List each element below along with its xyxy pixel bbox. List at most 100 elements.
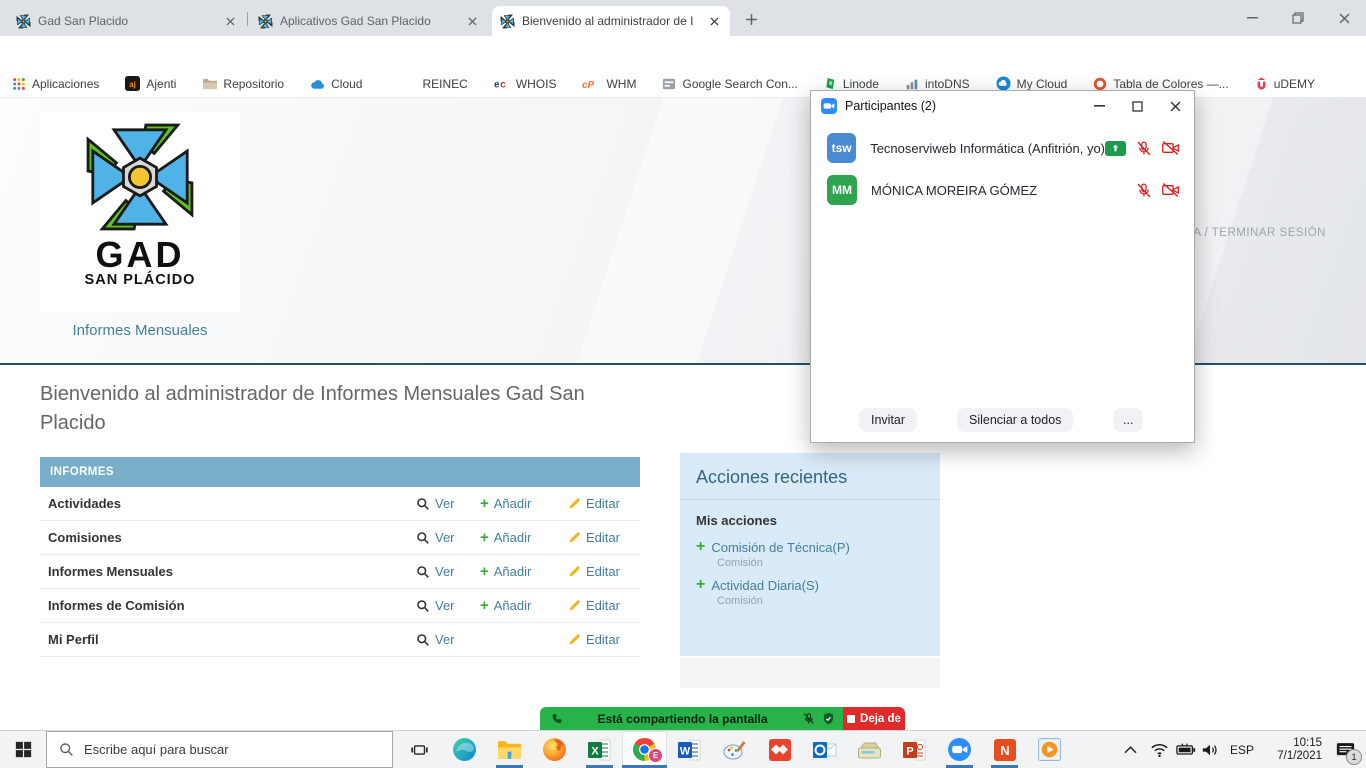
anadir-link[interactable]: +Añadir bbox=[480, 598, 568, 613]
color-ring-icon bbox=[1093, 77, 1107, 91]
recent-action-item: + Comisión de Técnica(P) Comisión bbox=[680, 531, 940, 569]
tab-close-icon[interactable] bbox=[464, 13, 480, 29]
gad-favicon-icon bbox=[258, 14, 273, 29]
anadir-link[interactable]: +Añadir bbox=[480, 564, 568, 579]
taskbar-paint-icon[interactable] bbox=[712, 731, 757, 768]
ver-link[interactable]: Ver bbox=[416, 530, 480, 545]
bookmark-linode[interactable]: Linode bbox=[824, 77, 879, 91]
bookmark-cloud[interactable]: Cloud bbox=[310, 77, 362, 91]
tab-aplicativos[interactable]: Aplicativos Gad San Placido bbox=[250, 6, 488, 36]
table-row-actividades: Actividades Ver +Añadir Editar bbox=[40, 487, 640, 521]
taskbar-firefox-icon[interactable] bbox=[532, 731, 577, 768]
taskbar-media-player-icon[interactable] bbox=[1027, 731, 1072, 768]
screen: Gad San Placido Aplicativos Gad San Plac… bbox=[0, 0, 1366, 768]
ver-link[interactable]: Ver bbox=[416, 632, 480, 647]
user-tools-links[interactable]: ÑA / TERMINAR SESIÓN bbox=[1185, 227, 1326, 239]
recent-action-link[interactable]: Actividad Diaria(S) bbox=[711, 578, 819, 593]
bookmark-tabla-de-colores[interactable]: Tabla de Colores —... bbox=[1093, 77, 1228, 91]
zoom-participants-window[interactable]: Participantes (2) tsw Tecnoserviweb Info… bbox=[810, 90, 1195, 443]
site-logo[interactable]: GAD SAN PLÁCIDO bbox=[40, 112, 240, 312]
tray-clock[interactable]: 10:157/1/2021 bbox=[1260, 731, 1322, 768]
bookmark-intodns[interactable]: intoDNS bbox=[905, 77, 970, 91]
taskbar-red-diamond-app-icon[interactable] bbox=[757, 731, 802, 768]
taskbar-edge-icon[interactable] bbox=[442, 731, 487, 768]
plus-icon: + bbox=[480, 496, 489, 511]
zoom-maximize-button[interactable] bbox=[1118, 91, 1156, 121]
tab-close-icon[interactable] bbox=[222, 13, 238, 29]
recent-actions-panel: Acciones recientes Mis acciones + Comisi… bbox=[680, 453, 940, 656]
bookmark-ajenti[interactable]: aj Ajenti bbox=[125, 76, 176, 91]
taskbar-file-explorer-icon[interactable] bbox=[487, 731, 532, 768]
participant-row-guest[interactable]: MM MÓNICA MOREIRA GÓMEZ bbox=[827, 173, 1180, 207]
bookmark-google-search-console[interactable]: Google Search Con... bbox=[662, 77, 797, 91]
editar-link[interactable]: Editar bbox=[568, 530, 640, 545]
tab-bienvenido-active[interactable]: Bienvenido al administrador de I bbox=[492, 6, 730, 36]
zoom-close-button[interactable] bbox=[1156, 91, 1194, 121]
bookmark-aplicaciones[interactable]: Aplicaciones bbox=[12, 77, 99, 91]
magnifier-icon bbox=[416, 599, 430, 613]
magnifier-icon bbox=[416, 531, 430, 545]
mute-all-button[interactable]: Silenciar a todos bbox=[957, 408, 1073, 432]
anadir-link[interactable]: +Añadir bbox=[480, 496, 568, 511]
screen-sharing-icon bbox=[1105, 141, 1126, 156]
gad-favicon-icon bbox=[500, 14, 515, 29]
video-off-icon bbox=[1161, 140, 1180, 156]
window-minimize-button[interactable] bbox=[1238, 4, 1266, 32]
bookmark-whois[interactable]: ec WHOIS bbox=[494, 77, 557, 91]
bookmark-repositorio[interactable]: Repositorio bbox=[202, 77, 284, 91]
taskbar-app-icons: X E W P N bbox=[442, 731, 1072, 768]
zoom-minimize-button[interactable] bbox=[1080, 91, 1118, 121]
ver-link[interactable]: Ver bbox=[416, 496, 480, 511]
taskbar-outlook-icon[interactable] bbox=[802, 731, 847, 768]
logo-title: GAD bbox=[40, 238, 240, 272]
zoom-window-titlebar[interactable]: Participantes (2) bbox=[811, 91, 1194, 121]
site-title-link[interactable]: Informes Mensuales bbox=[40, 322, 240, 339]
tab-gad-san-placido[interactable]: Gad San Placido bbox=[8, 6, 246, 36]
bookmark-whm[interactable]: cP WHM bbox=[582, 77, 636, 91]
recent-action-link[interactable]: Comisión de Técnica(P) bbox=[711, 540, 849, 555]
taskbar-chrome-icon-active[interactable]: E bbox=[622, 731, 667, 768]
ver-link[interactable]: Ver bbox=[416, 598, 480, 613]
taskbar-powerpoint-icon[interactable]: P bbox=[892, 731, 937, 768]
editar-link[interactable]: Editar bbox=[568, 496, 640, 511]
security-shield-icon bbox=[822, 712, 835, 726]
invite-button[interactable]: Invitar bbox=[859, 408, 917, 432]
taskbar-search-box[interactable]: Escribe aquí para buscar bbox=[46, 731, 393, 768]
tray-volume-icon[interactable] bbox=[1196, 731, 1224, 768]
new-tab-button[interactable] bbox=[740, 8, 762, 30]
window-restore-button[interactable] bbox=[1284, 4, 1312, 32]
tray-expand-chevron[interactable] bbox=[1116, 731, 1144, 768]
more-options-button[interactable]: ... bbox=[1113, 408, 1143, 432]
editar-link[interactable]: Editar bbox=[568, 564, 640, 579]
tab-close-icon[interactable] bbox=[706, 13, 722, 29]
taskbar-zoom-icon[interactable] bbox=[937, 731, 982, 768]
pencil-icon bbox=[568, 531, 581, 544]
tray-language-indicator[interactable]: ESP bbox=[1224, 731, 1260, 768]
chrome-profile-badge: E bbox=[648, 748, 663, 763]
tray-date: 7/1/2021 bbox=[1277, 750, 1322, 763]
chevron-up-icon bbox=[1124, 746, 1137, 754]
panel-footer-strip bbox=[680, 658, 940, 688]
taskbar-excel-icon[interactable]: X bbox=[577, 731, 622, 768]
taskbar-word-icon[interactable]: W bbox=[667, 731, 712, 768]
taskbar-nitro-pdf-icon[interactable]: N bbox=[982, 731, 1027, 768]
start-button[interactable] bbox=[0, 731, 46, 768]
task-view-button[interactable] bbox=[398, 731, 440, 768]
ec-favicon-icon: ec bbox=[494, 78, 510, 90]
bookmark-reinec[interactable]: REINEC bbox=[422, 77, 467, 91]
svg-text:W: W bbox=[679, 745, 690, 757]
ver-link[interactable]: Ver bbox=[416, 564, 480, 579]
editar-link[interactable]: Editar bbox=[568, 632, 640, 647]
anadir-link[interactable]: +Añadir bbox=[480, 530, 568, 545]
zoom-window-title: Participantes (2) bbox=[845, 99, 1080, 113]
bookmark-my-cloud[interactable]: My Cloud bbox=[996, 76, 1068, 91]
taskbar-scanner-icon[interactable] bbox=[847, 731, 892, 768]
bookmark-udemy[interactable]: uDEMY bbox=[1255, 77, 1315, 91]
stop-sharing-button[interactable]: Deja de bbox=[843, 707, 905, 730]
editar-link[interactable]: Editar bbox=[568, 598, 640, 613]
gad-pinwheel-icon bbox=[81, 118, 199, 236]
window-close-button[interactable] bbox=[1330, 4, 1358, 32]
tray-wifi-icon[interactable] bbox=[1146, 731, 1172, 768]
participant-row-host[interactable]: tsw Tecnoserviweb Informática (Anfitrión… bbox=[827, 131, 1180, 165]
notification-center-button[interactable]: 1 bbox=[1326, 731, 1364, 768]
